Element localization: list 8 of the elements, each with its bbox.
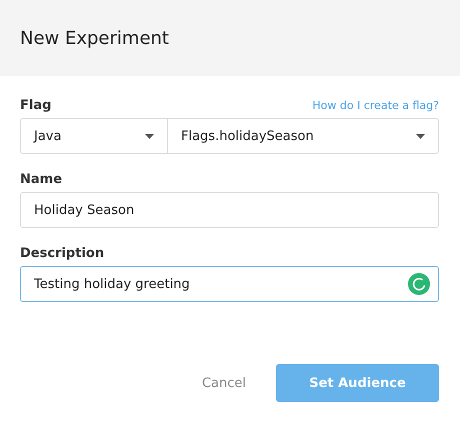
cancel-button[interactable]: Cancel — [194, 364, 254, 402]
input-field[interactable]: Holiday Season — [20, 192, 439, 228]
field-label: Description — [20, 246, 104, 260]
input-field[interactable]: Testing holiday greeting — [20, 266, 439, 302]
field-label: Flag — [20, 98, 52, 112]
field-label: Name — [20, 172, 62, 186]
dialog-title: New Experiment — [20, 28, 169, 48]
spinner-icon — [408, 273, 430, 295]
